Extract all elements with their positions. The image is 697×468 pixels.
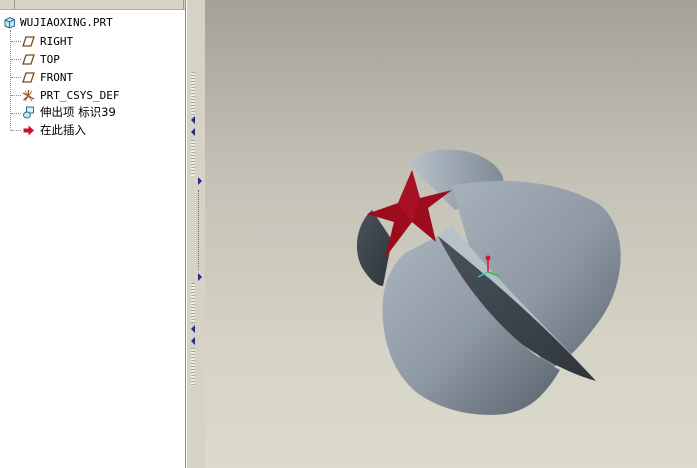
splitter-grip[interactable] xyxy=(191,72,195,116)
expand-right-arrow-icon[interactable] xyxy=(198,273,202,281)
collapse-left-arrow-icon[interactable] xyxy=(191,325,195,333)
collapse-left-arrow-icon[interactable] xyxy=(191,116,195,124)
tree-item-label: RIGHT xyxy=(40,35,74,48)
datum-plane-icon xyxy=(22,36,35,47)
collapse-left-arrow-icon[interactable] xyxy=(191,128,195,136)
tree-item-label: TOP xyxy=(40,53,60,66)
tree-item-right[interactable]: RIGHT xyxy=(0,33,185,50)
datum-plane-icon xyxy=(22,54,35,65)
tree-item-label: FRONT xyxy=(40,71,74,84)
panel-splitter[interactable] xyxy=(186,0,206,468)
part-icon xyxy=(4,16,15,29)
tree-item-prt-csys-def[interactable]: PRT_CSYS_DEF xyxy=(0,87,185,104)
tree-item-label: PRT_CSYS_DEF xyxy=(40,89,120,102)
splitter-grip[interactable] xyxy=(191,348,195,386)
expand-right-arrow-icon[interactable] xyxy=(198,177,202,185)
model-tree-panel: WUJIAOXING.PRT RIGHT TOP FRONT PRT_CSYS_… xyxy=(0,0,186,468)
protrusion-icon xyxy=(23,106,34,119)
tree-item-insert-here[interactable]: 在此插入 xyxy=(0,122,185,139)
collapse-left-arrow-icon[interactable] xyxy=(191,337,195,345)
tree-item-root-part[interactable]: WUJIAOXING.PRT xyxy=(0,14,185,31)
tree-item-label: 伸出项 标识39 xyxy=(40,105,116,119)
tree-item-label: 在此插入 xyxy=(40,123,86,137)
tree-item-protrusion[interactable]: 伸出项 标识39 xyxy=(0,104,185,121)
splitter-divider xyxy=(198,190,199,270)
datum-plane-icon xyxy=(22,72,35,83)
graphics-viewport[interactable] xyxy=(205,0,697,468)
splitter-grip[interactable] xyxy=(191,283,195,323)
coordinate-system-icon xyxy=(22,90,35,102)
splitter-grip[interactable] xyxy=(191,140,195,176)
tree-item-top[interactable]: TOP xyxy=(0,51,185,68)
left-dark-lobe xyxy=(356,210,392,286)
insert-here-arrow-icon xyxy=(23,125,34,136)
tree-item-front[interactable]: FRONT xyxy=(0,69,185,86)
model-render[interactable] xyxy=(205,0,697,468)
tree-item-label: WUJIAOXING.PRT xyxy=(20,16,113,29)
tree-header-strip xyxy=(0,0,185,10)
